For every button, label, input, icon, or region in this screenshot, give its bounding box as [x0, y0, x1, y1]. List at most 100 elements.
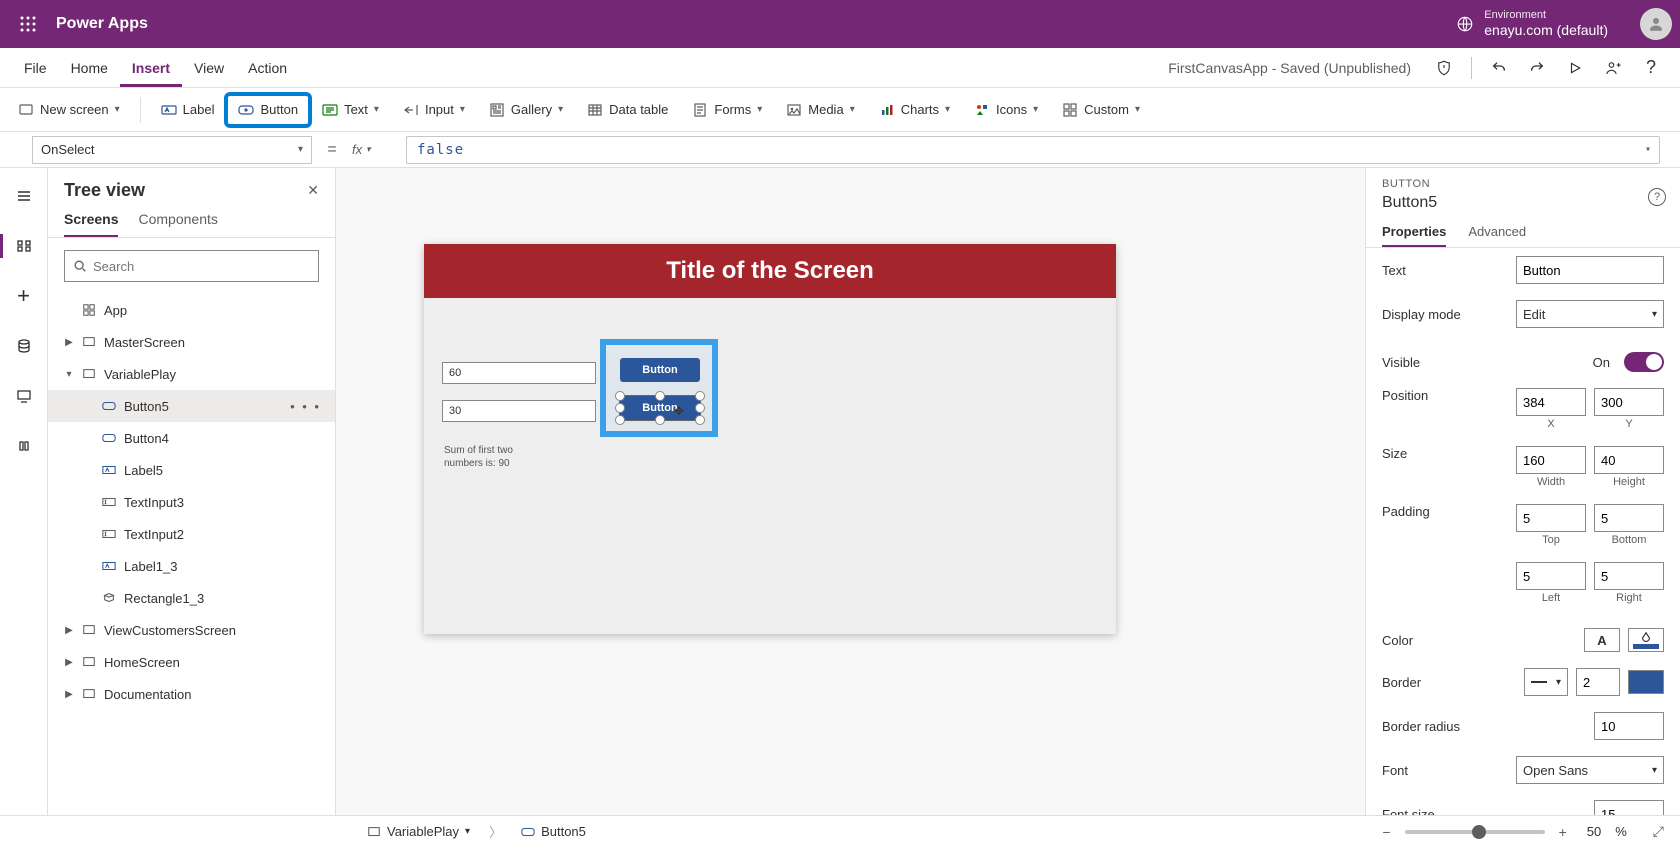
insert-icons-button[interactable]: Icons ▾: [964, 96, 1048, 124]
prop-displaymode-select[interactable]: Edit▾: [1516, 300, 1664, 328]
resize-handle[interactable]: [615, 415, 625, 425]
prop-font-select[interactable]: Open Sans▾: [1516, 756, 1664, 784]
search-field[interactable]: [93, 259, 310, 274]
prop-padding-top[interactable]: [1516, 504, 1586, 532]
undo-icon[interactable]: [1482, 52, 1516, 84]
tree-control-label5[interactable]: Label5: [48, 454, 335, 486]
tree-screen-homescreen[interactable]: ▶ HomeScreen: [48, 646, 335, 678]
prop-visible-toggle[interactable]: [1624, 352, 1664, 372]
insert-forms-button[interactable]: Forms ▾: [682, 96, 772, 124]
tree-control-textinput3[interactable]: TextInput3: [48, 486, 335, 518]
prop-border-color[interactable]: [1628, 670, 1664, 694]
more-icon[interactable]: • • •: [290, 399, 327, 414]
help-icon[interactable]: ?: [1648, 188, 1666, 206]
expand-icon[interactable]: ▶: [62, 689, 76, 700]
prop-padding-bottom[interactable]: [1594, 504, 1664, 532]
breadcrumb-control[interactable]: Button5: [512, 821, 595, 842]
prop-font-color[interactable]: A: [1584, 628, 1620, 652]
zoom-in-icon[interactable]: +: [1555, 824, 1571, 840]
menu-action[interactable]: Action: [236, 48, 299, 87]
prop-position-y[interactable]: [1594, 388, 1664, 416]
tab-advanced[interactable]: Advanced: [1468, 218, 1526, 247]
expand-icon[interactable]: ▶: [62, 625, 76, 636]
resize-handle[interactable]: [695, 391, 705, 401]
close-icon[interactable]: ✕: [307, 182, 319, 199]
insert-button-button[interactable]: Button: [228, 96, 308, 124]
chevron-down-icon[interactable]: ▾: [1645, 144, 1651, 155]
tree-control-button4[interactable]: Button4: [48, 422, 335, 454]
prop-fill-color[interactable]: [1628, 628, 1664, 652]
tree-control-button5[interactable]: Button5 • • •: [48, 390, 335, 422]
canvas-textinput3[interactable]: 30: [442, 400, 596, 422]
avatar[interactable]: [1640, 8, 1672, 40]
prop-position-x[interactable]: [1516, 388, 1586, 416]
share-icon[interactable]: [1596, 52, 1630, 84]
tree-view-icon[interactable]: [8, 230, 40, 262]
zoom-slider[interactable]: [1405, 830, 1545, 834]
menu-view[interactable]: View: [182, 48, 236, 87]
menu-home[interactable]: Home: [59, 48, 120, 87]
prop-border-radius[interactable]: [1594, 712, 1664, 740]
insert-media-button[interactable]: Media ▾: [776, 96, 864, 124]
resize-handle[interactable]: [655, 415, 665, 425]
canvas-button4[interactable]: Button: [620, 358, 700, 382]
insert-pane-icon[interactable]: +: [8, 280, 40, 312]
app-launcher-icon[interactable]: [8, 16, 48, 32]
menu-file[interactable]: File: [12, 48, 59, 87]
insert-text-button[interactable]: Text ▾: [312, 96, 389, 124]
resize-handle[interactable]: [655, 391, 665, 401]
prop-padding-right[interactable]: [1594, 562, 1664, 590]
breadcrumb-screen[interactable]: VariablePlay ▾: [358, 821, 479, 842]
resize-handle[interactable]: [615, 391, 625, 401]
environment-picker[interactable]: Environment enayu.com (default): [1456, 9, 1608, 39]
tree-control-label1_3[interactable]: Label1_3: [48, 550, 335, 582]
canvas-textinput2[interactable]: 60: [442, 362, 596, 384]
insert-custom-button[interactable]: Custom ▾: [1052, 96, 1150, 124]
tab-screens[interactable]: Screens: [64, 211, 118, 237]
formula-input[interactable]: false ▾: [406, 136, 1660, 164]
menu-insert[interactable]: Insert: [120, 48, 182, 87]
collapse-icon[interactable]: ▾: [62, 369, 76, 380]
insert-gallery-button[interactable]: Gallery ▾: [479, 96, 573, 124]
data-icon[interactable]: [8, 330, 40, 362]
prop-padding-left[interactable]: [1516, 562, 1586, 590]
fit-screen-icon[interactable]: ⤢: [1649, 823, 1668, 840]
hamburger-icon[interactable]: [8, 180, 40, 212]
tree-app-node[interactable]: App: [48, 294, 335, 326]
redo-icon[interactable]: [1520, 52, 1554, 84]
app-checker-icon[interactable]: [1427, 52, 1461, 84]
prop-size-width[interactable]: [1516, 446, 1586, 474]
expand-icon[interactable]: ▶: [62, 657, 76, 668]
tree-screen-viewcustomers[interactable]: ▶ ViewCustomersScreen: [48, 614, 335, 646]
resize-handle[interactable]: [615, 403, 625, 413]
tree-screen-variableplay[interactable]: ▾ VariablePlay: [48, 358, 335, 390]
screen-canvas[interactable]: Title of the Screen 60 30 Sum of first t…: [424, 244, 1116, 634]
media-pane-icon[interactable]: [8, 380, 40, 412]
resize-handle[interactable]: [695, 415, 705, 425]
tree-control-rectangle1_3[interactable]: Rectangle1_3: [48, 582, 335, 614]
tree-screen-masterscreen[interactable]: ▶ MasterScreen: [48, 326, 335, 358]
zoom-out-icon[interactable]: −: [1378, 824, 1394, 840]
fx-button[interactable]: fx▾: [352, 142, 396, 157]
help-icon[interactable]: ?: [1634, 52, 1668, 84]
insert-datatable-button[interactable]: Data table: [577, 96, 678, 124]
prop-size-height[interactable]: [1594, 446, 1664, 474]
insert-label-button[interactable]: Label: [151, 96, 225, 124]
insert-charts-button[interactable]: Charts ▾: [869, 96, 960, 124]
prop-border-width[interactable]: [1576, 668, 1620, 696]
expand-icon[interactable]: ▶: [62, 337, 76, 348]
property-selector[interactable]: OnSelect ▾: [32, 136, 312, 164]
prop-border-style[interactable]: ▾: [1524, 668, 1568, 696]
search-input[interactable]: [64, 250, 319, 282]
canvas-area[interactable]: Title of the Screen 60 30 Sum of first t…: [336, 168, 1365, 815]
tree-control-textinput2[interactable]: TextInput2: [48, 518, 335, 550]
tab-components[interactable]: Components: [138, 211, 217, 237]
prop-text-input[interactable]: [1516, 256, 1664, 284]
insert-input-button[interactable]: Input ▾: [393, 96, 475, 124]
resize-handle[interactable]: [695, 403, 705, 413]
play-icon[interactable]: [1558, 52, 1592, 84]
tree-screen-documentation[interactable]: ▶ Documentation: [48, 678, 335, 710]
tools-icon[interactable]: [8, 430, 40, 462]
new-screen-button[interactable]: New screen ▾: [8, 96, 130, 124]
tab-properties[interactable]: Properties: [1382, 218, 1446, 247]
